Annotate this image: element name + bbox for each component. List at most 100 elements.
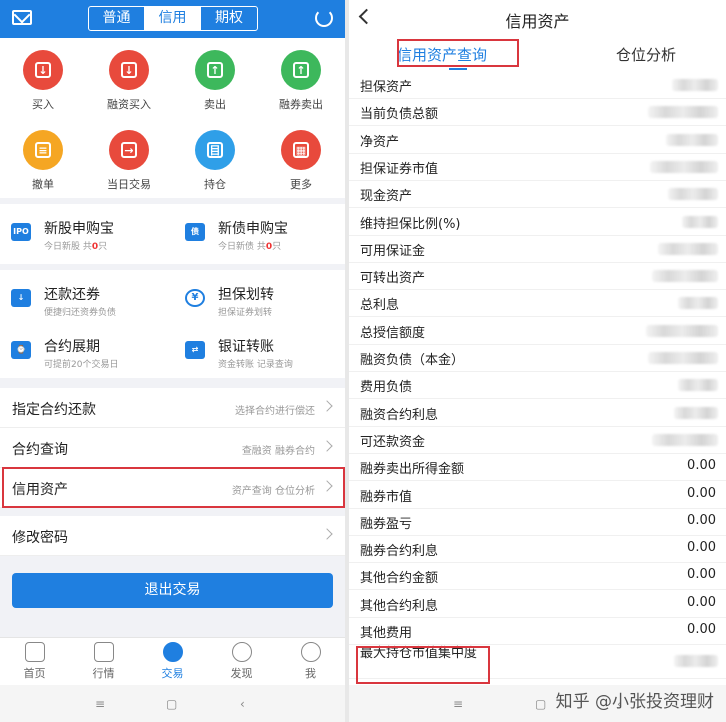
asset-value: 0.00 [687, 622, 716, 637]
action-icon: ↑ [281, 50, 321, 90]
quick-action-6[interactable]: 目持仓 [172, 130, 258, 192]
asset-value: 0.00 [687, 512, 716, 528]
highlight-box-tab [397, 39, 519, 67]
menu-title: 指定合约还款 [12, 402, 96, 418]
watermark: 知乎 @小张投资理财 [555, 692, 714, 712]
action-glyph: ↑ [207, 62, 223, 78]
feature-bank-transfer[interactable]: ⇄ 银证转账 资金转账 记录查询 [174, 330, 344, 374]
feature-repay[interactable]: ↓ 还款还券 便捷归还资券负债 [0, 278, 170, 322]
asset-row: 可转出资产 [349, 263, 726, 291]
asset-label: 现金资产 [360, 189, 413, 205]
menu-contract-query[interactable]: 合约查询 查融资 融券合约 [0, 428, 345, 468]
action-glyph: ↓ [35, 62, 51, 78]
action-glyph: ↓ [121, 62, 137, 78]
asset-row: 可用保证金 [349, 236, 726, 263]
feature-extend-contract[interactable]: ⌚ 合约展期 可提前20个交易日 [0, 330, 170, 374]
feature-subtitle: 担保证券划转 [218, 308, 273, 318]
home-icon [24, 642, 45, 662]
asset-value: 0.00 [687, 540, 716, 556]
chevron-right-icon [321, 400, 333, 412]
segment-option[interactable]: 期权 [201, 7, 257, 30]
feature-title: 还款还券 [44, 287, 100, 303]
tab-me[interactable]: 我 [276, 642, 345, 681]
redacted-value [668, 188, 718, 201]
home-nav-icon[interactable]: ▢ [535, 697, 546, 711]
refresh-icon[interactable] [315, 9, 333, 27]
menu-subtitle: 选择合约进行偿还 [235, 406, 315, 417]
segment-credit[interactable]: 信用 [145, 7, 201, 30]
action-label: 买入 [32, 98, 54, 111]
subscription-card: IPO 新股申购宝 今日新股 共0只 债 新债申购宝 今日新债 共0只 [0, 204, 345, 264]
tab-home[interactable]: 首页 [0, 642, 69, 681]
quick-action-4[interactable]: ≡ 撤单 [0, 130, 86, 192]
redacted-value [672, 79, 718, 91]
header: 信用资产 [349, 0, 726, 38]
segment-normal[interactable]: 普通 [89, 7, 145, 30]
mail-icon[interactable] [12, 10, 32, 25]
feature-ipo[interactable]: IPO 新股申购宝 今日新股 共0只 [0, 212, 170, 256]
feature-bond[interactable]: 债 新债申购宝 今日新债 共0只 [174, 212, 344, 256]
menu-nav-icon[interactable]: ≡ [453, 697, 463, 711]
action-glyph: 目 [207, 142, 223, 158]
redacted-value [678, 297, 718, 310]
menu-change-password[interactable]: 修改密码 [0, 516, 345, 556]
menu-title: 合约查询 [12, 442, 68, 458]
action-icon: → [109, 130, 149, 170]
highlight-box-credit-assets [2, 467, 345, 508]
asset-label: 当前负债总额 [360, 107, 439, 123]
tab-position-analysis[interactable]: 仓位分析 [616, 44, 676, 65]
feature-collateral-transfer[interactable]: ¥ 担保划转 担保证券划转 [174, 278, 344, 322]
asset-row: 其他合约金额 0.00 [349, 563, 726, 591]
system-nav-bar: ≡ ▢ ‹ [0, 685, 345, 722]
redacted-value [650, 160, 718, 173]
asset-row: 现金资产 [349, 181, 726, 209]
tab-label: 首页 [23, 667, 46, 680]
redacted-value [648, 106, 718, 119]
tab-market[interactable]: 行情 [69, 642, 138, 681]
redacted-value [658, 242, 718, 255]
right-panel: 信用资产 信用资产查询 仓位分析 担保资产 当前负债总额 净资产 担保证券市值 现金资产… [349, 0, 726, 722]
asset-row: 融资合约利息 [349, 400, 726, 427]
home-nav-icon[interactable]: ▢ [166, 697, 177, 711]
trade-icon [162, 642, 183, 662]
user-icon [300, 642, 321, 662]
asset-row: 总授信额度 [349, 318, 726, 345]
feature-title: 担保划转 [218, 287, 274, 303]
tab-trade[interactable]: 交易 [138, 642, 207, 681]
quick-action-5[interactable]: → 当日交易 [86, 130, 172, 192]
menu-nav-icon[interactable]: ≡ [95, 697, 105, 711]
logout-button[interactable]: 退出交易 [12, 573, 333, 608]
asset-label: 融券合约利息 [360, 544, 439, 560]
feature-subtitle: 今日新股 共0只 [44, 242, 108, 252]
asset-value: 0.00 [687, 567, 716, 583]
tab-label: 我 [305, 667, 316, 680]
quick-action-0[interactable]: ↓ 买入 [0, 50, 86, 112]
asset-label: 融资负债（本金） [360, 353, 465, 368]
asset-label: 可转出资产 [360, 271, 426, 287]
download-icon: ↓ [11, 289, 31, 307]
asset-label: 总利息 [360, 298, 400, 314]
compass-icon [231, 642, 252, 662]
asset-row: 净资产 [349, 127, 726, 154]
tab-discover[interactable]: 发现 [207, 642, 276, 681]
account-type-switch: 普通 信用 期权 [88, 6, 258, 31]
quick-action-1[interactable]: ↓ 融资买入 [86, 50, 172, 112]
back-nav-icon[interactable]: ‹ [240, 697, 245, 711]
redacted-value [646, 324, 718, 337]
chart-icon [93, 642, 114, 662]
page-title: 信用资产 [505, 12, 570, 31]
quick-action-7[interactable]: ▦ 更多 [258, 130, 344, 192]
active-tab-indicator [449, 68, 467, 70]
top-bar: 普通 信用 期权 [0, 0, 345, 38]
asset-label: 维持担保比例(%) [360, 216, 461, 232]
tab-label: 行情 [92, 667, 115, 680]
bond-icon: 债 [185, 223, 205, 241]
menu-repay-contract[interactable]: 指定合约还款 选择合约进行偿还 [0, 388, 345, 428]
feature-subtitle: 今日新债 共0只 [218, 242, 282, 252]
quick-action-3[interactable]: ↑ 融券卖出 [258, 50, 344, 112]
menu-subtitle: 查融资 融券合约 [241, 446, 315, 457]
action-label: 当日交易 [107, 178, 151, 191]
action-icon: ↑ [195, 50, 235, 90]
quick-action-2[interactable]: ↑ 卖出 [172, 50, 258, 112]
asset-label: 其他合约利息 [360, 598, 439, 614]
